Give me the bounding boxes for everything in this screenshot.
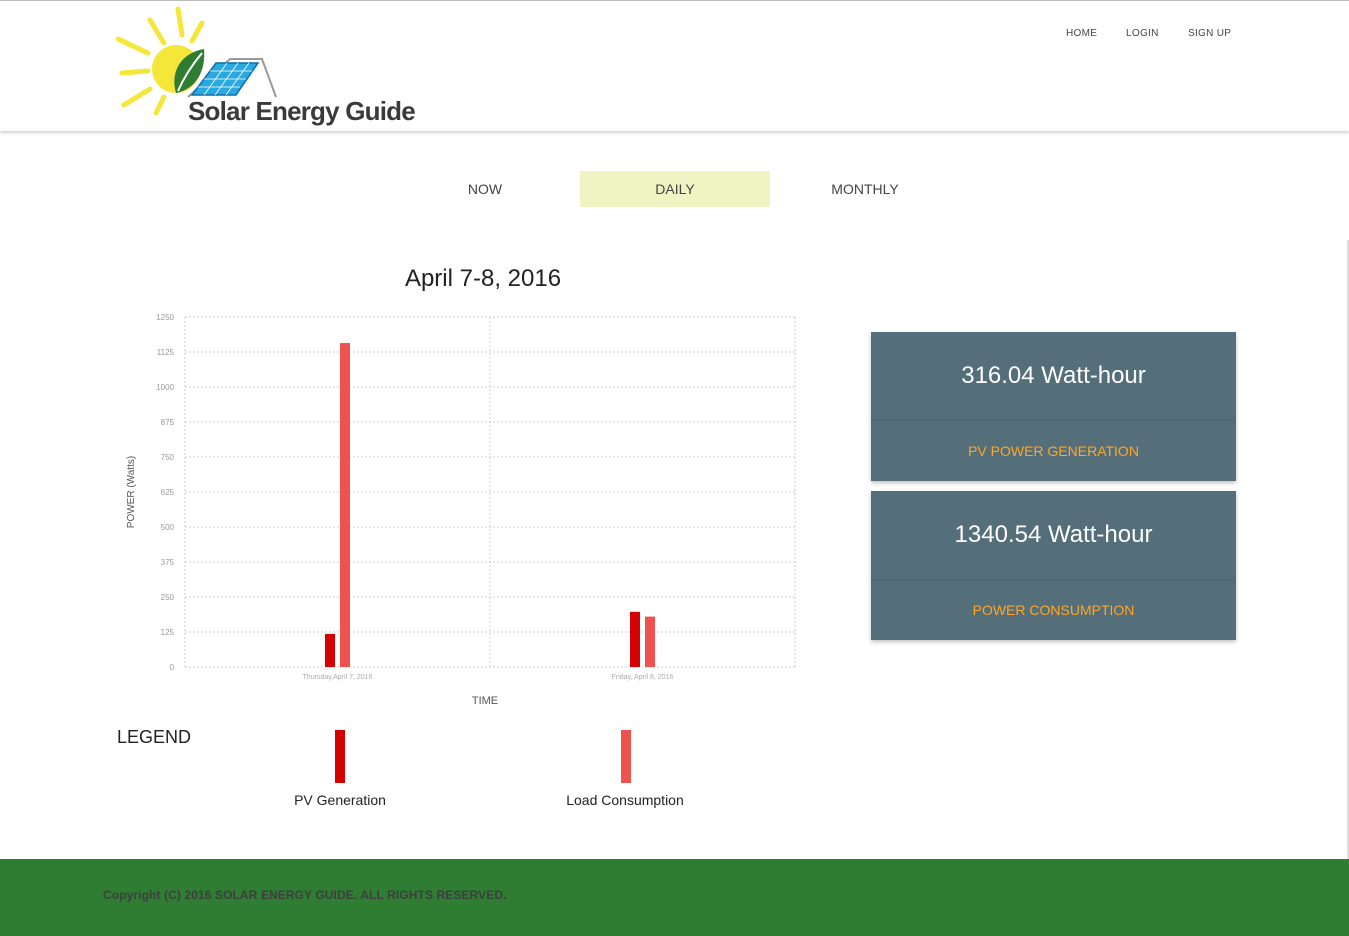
tab-monthly[interactable]: MONTHLY [770, 171, 960, 207]
bar-pv-generation [325, 633, 335, 667]
pv-generation-card: 316.04 Watt-hour PV POWER GENERATION [871, 332, 1236, 481]
tab-daily[interactable]: DAILY [580, 171, 770, 207]
y-tick-label: 500 [161, 523, 175, 532]
bar-load-consumption [645, 616, 655, 667]
nav-home-link[interactable]: HOME [1066, 28, 1097, 39]
bar-load-consumption [340, 343, 350, 667]
nav-login-link[interactable]: LOGIN [1126, 28, 1159, 39]
y-tick-label: 0 [170, 663, 175, 672]
footer: Copyright (C) 2016 SOLAR ENERGY GUIDE. A… [0, 859, 1349, 936]
legend-label-load-consumption: Load Consumption [566, 792, 684, 808]
x-axis-label: TIME [472, 695, 498, 707]
x-tick-label: Friday, April 8, 2016 [612, 674, 674, 681]
legend-swatch-load-consumption [621, 730, 631, 783]
y-tick-label: 125 [161, 628, 175, 637]
chart-title: April 7-8, 2016 [404, 265, 562, 292]
power-chart: 0 125 250 375 500 625 750 875 1000 1125 1250 Thursd… [110, 305, 810, 715]
y-axis-label: POWER (Watts) [126, 456, 137, 528]
power-consumption-value: 1340.54 Watt-hour [954, 521, 1153, 548]
bar-pv-generation [630, 611, 640, 667]
y-tick-label: 375 [161, 558, 175, 567]
x-tick-label: Thursday,April 7, 2016 [303, 674, 373, 681]
footer-copyright: Copyright (C) 2016 SOLAR ENERGY GUIDE. A… [103, 888, 507, 902]
y-tick-label: 875 [161, 418, 175, 427]
legend-swatch-pv-generation [335, 730, 345, 783]
power-consumption-label: POWER CONSUMPTION [972, 602, 1135, 618]
y-tick-label: 1250 [156, 313, 174, 322]
y-tick-label: 625 [161, 488, 175, 497]
chart-svg: 0 125 250 375 500 625 750 875 1000 1125 1250 Thursd… [126, 313, 796, 707]
y-tick-label: 750 [161, 453, 175, 462]
power-consumption-card: 1340.54 Watt-hour POWER CONSUMPTION [871, 491, 1236, 640]
logo-text: Solar Energy Guide [188, 96, 416, 126]
y-tick-label: 1125 [157, 348, 175, 357]
pv-generation-label: PV POWER GENERATION [968, 443, 1139, 459]
tab-now[interactable]: NOW [390, 171, 580, 207]
y-tick-label: 1000 [156, 383, 174, 392]
y-tick-label: 250 [161, 593, 175, 602]
nav-signup-link[interactable]: SIGN UP [1188, 28, 1231, 39]
header: Solar Energy Guide HOME LOGIN SIGN UP [0, 0, 1349, 131]
legend-label-pv-generation: PV Generation [294, 792, 386, 808]
legend-title: LEGEND [117, 727, 192, 747]
pv-generation-value: 316.04 Watt-hour [961, 362, 1146, 389]
